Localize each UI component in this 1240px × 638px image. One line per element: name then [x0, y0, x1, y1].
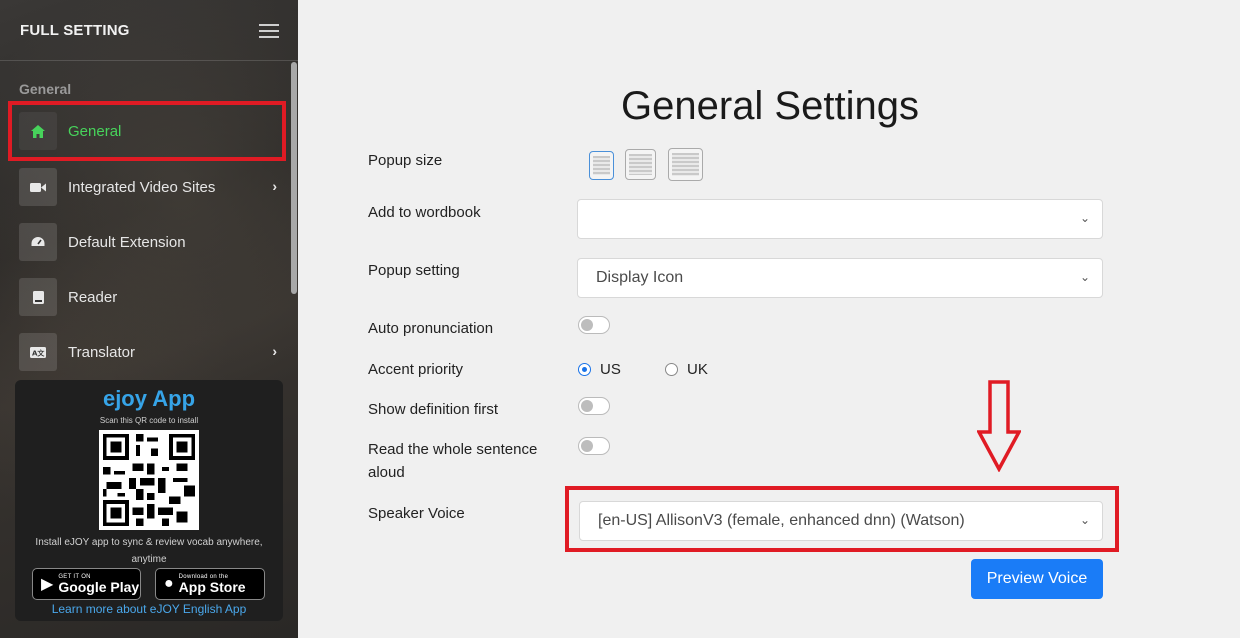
sidebar-item-default-extension[interactable]: Default Extension [19, 223, 281, 261]
sidebar-item-translator[interactable]: A文 Translator › [19, 333, 281, 371]
accent-uk-label: UK [687, 361, 708, 378]
sidebar-item-label: Integrated Video Sites [68, 178, 216, 196]
radio-circle [578, 363, 591, 376]
translate-icon: A文 [19, 333, 57, 371]
accent-uk-radio[interactable]: UK [665, 361, 708, 378]
read-sentence-toggle[interactable] [578, 437, 610, 455]
auto-pronunciation-toggle[interactable] [578, 316, 610, 334]
sidebar-title: FULL SETTING [20, 22, 130, 39]
svg-text:A文: A文 [32, 348, 45, 357]
video-camera-icon [19, 168, 57, 206]
google-play-label: Google Play [58, 579, 140, 595]
sidebar-item-reader[interactable]: Reader [19, 278, 281, 316]
chevron-down-icon: ⌄ [1079, 270, 1090, 284]
sidebar-item-label: Translator [68, 343, 135, 361]
sidebar-section-heading: General [19, 81, 72, 97]
wordbook-label: Add to wordbook [368, 204, 481, 221]
auto-pronunciation-label: Auto pronunciation [368, 320, 494, 337]
read-sentence-label-line1: Read the whole sentence [368, 441, 538, 458]
app-store-button[interactable]: ● Download on the App Store [155, 568, 265, 600]
chevron-right-icon: › [272, 178, 277, 194]
speedometer-icon [19, 223, 57, 261]
qr-scan-caption: Scan this QR code to install [99, 416, 199, 425]
sidebar-item-label: Reader [68, 288, 118, 306]
read-sentence-label-line2: aloud [368, 464, 405, 481]
sidebar-header: FULL SETTING [0, 0, 298, 60]
popup-setting-select[interactable]: Display Icon ⌄ [577, 258, 1103, 298]
radio-circle [665, 363, 678, 376]
app-promo-description: Install eJOY app to sync & review vocab … [35, 537, 263, 565]
app-store-label: App Store [178, 579, 246, 595]
read-sentence-label: Read the whole sentence aloud [368, 438, 537, 484]
page-title: General Settings [621, 84, 919, 128]
app-promo-card: ejoy App Scan this QR code to install In… [15, 380, 283, 621]
google-play-icon: ▶ [41, 576, 54, 593]
hamburger-menu-icon[interactable] [259, 24, 279, 38]
chevron-right-icon: › [272, 343, 277, 359]
accent-us-radio[interactable]: US [578, 361, 621, 378]
show-definition-label: Show definition first [368, 401, 499, 418]
ejoy-app-logo: ejoy App [102, 386, 196, 411]
chevron-down-icon: ⌄ [1079, 211, 1090, 225]
popup-setting-value: Display Icon [596, 269, 684, 286]
accent-priority-label: Accent priority [368, 361, 464, 378]
down-arrow-annotation-icon [977, 380, 1021, 472]
apple-icon: ● [164, 575, 174, 592]
show-definition-toggle[interactable] [578, 397, 610, 415]
speaker-voice-highlight-box [565, 486, 1119, 552]
book-icon [19, 278, 57, 316]
sidebar-divider [0, 60, 298, 61]
popup-size-large-button[interactable] [668, 148, 703, 181]
wordbook-select[interactable]: ⌄ [577, 199, 1103, 239]
popup-setting-label: Popup setting [368, 262, 460, 279]
popup-size-small-button[interactable] [589, 151, 614, 180]
sidebar-item-integrated-video-sites[interactable]: Integrated Video Sites › [19, 168, 281, 206]
popup-size-medium-button[interactable] [625, 149, 656, 180]
google-play-button[interactable]: ▶ GET IT ON Google Play [32, 568, 141, 600]
sidebar: FULL SETTING General General Integrated … [0, 0, 298, 638]
sidebar-item-label: Default Extension [68, 233, 186, 251]
preview-voice-button[interactable]: Preview Voice [971, 559, 1103, 599]
general-highlight-box [8, 101, 286, 161]
popup-size-label: Popup size [368, 152, 443, 169]
speaker-voice-label: Speaker Voice [368, 505, 465, 522]
sidebar-scrollbar[interactable] [291, 62, 297, 294]
qr-code [99, 430, 199, 530]
learn-more-link[interactable]: Learn more about eJOY English App [15, 602, 283, 616]
accent-us-label: US [600, 361, 621, 378]
